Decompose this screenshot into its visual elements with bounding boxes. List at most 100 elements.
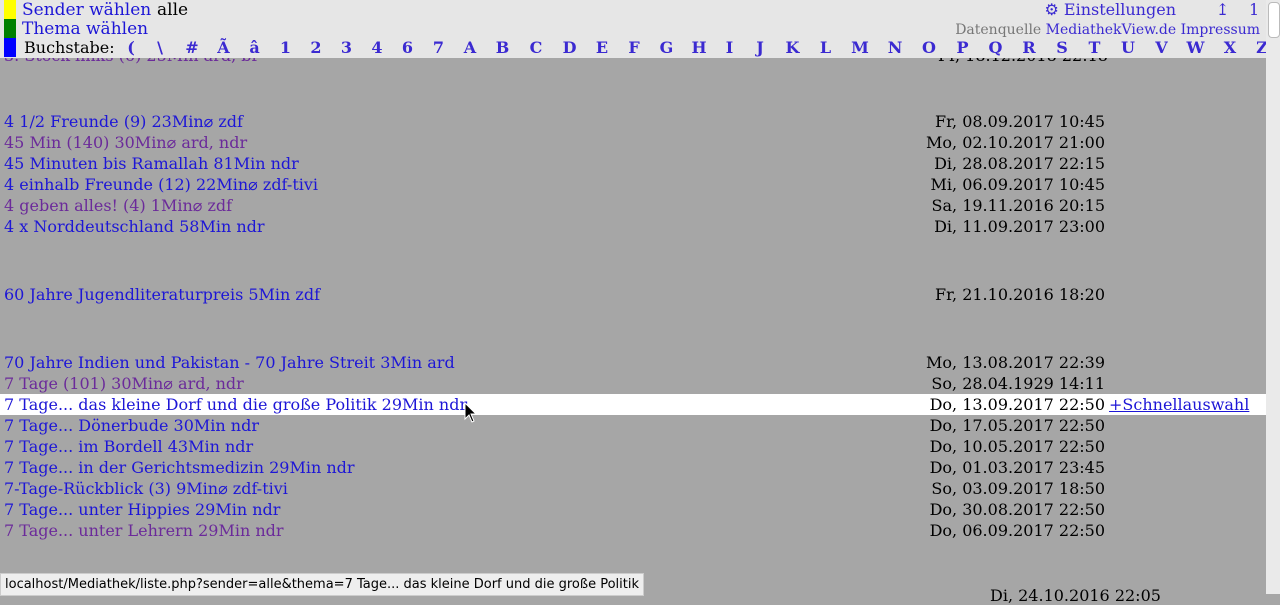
list-item[interactable]: 7 Tage... unter Lehrern 29Min ndr Do, 06… [0,520,1266,541]
list-item-title[interactable]: 7 Tage... das kleine Dorf und die große … [4,394,467,415]
list-item[interactable]: 45 Min (140) 30Min⌀ ard, ndr Mo, 02.10.2… [0,132,1266,153]
list-item-date: So, 28.04.1929 14:11 [931,374,1105,393]
letter-link[interactable]: W [1178,38,1213,58]
list-item-date: Mi, 06.09.2017 10:45 [930,175,1105,194]
letter-link[interactable]: P [946,38,979,58]
list-item-date: Do, 06.09.2017 22:50 [929,521,1105,540]
list-item[interactable]: 7 Tage (101) 30Min⌀ ard, ndr So, 28.04.1… [0,373,1266,394]
list-item-date: Di, 28.08.2017 22:15 [934,154,1105,173]
list-item[interactable]: 4 x Norddeutschland 58Min ndr Di, 11.09.… [0,216,1266,237]
list-item-title[interactable]: 45 Minuten bis Ramallah 81Min ndr [4,153,299,174]
letter-link[interactable]: H [683,38,715,58]
list-item-title[interactable]: 7 Tage (101) 30Min⌀ ard, ndr [4,373,244,394]
quick-select-link[interactable]: +Schnellauswahl [1109,394,1249,415]
list-item-title[interactable]: 4 geben alles! (4) 1Min⌀ zdf [4,195,232,216]
letter-link[interactable]: 4 [362,38,392,58]
letter-link[interactable]: Q [979,38,1012,58]
list-item-title[interactable]: 4 x Norddeutschland 58Min ndr [4,216,265,237]
letter-link[interactable]: T [1078,38,1111,58]
list-item-date: Fr, 21.10.2016 18:20 [935,285,1105,304]
page-number[interactable]: 1 [1249,0,1259,20]
source-label: Datenquelle [955,22,1042,38]
letter-link[interactable]: K [776,38,809,58]
settings-link[interactable]: ⚙ Einstellungen [1045,0,1177,20]
list-item-title[interactable]: 7 Tage... im Bordell 43Min ndr [4,436,253,457]
list-item-title[interactable]: 45 Min (140) 30Min⌀ ard, ndr [4,132,247,153]
list-item[interactable]: 7 Tage... unter Hippies 29Min ndr Do, 30… [0,499,1266,520]
list-item-title[interactable]: 4 1/2 Freunde (9) 23Min⌀ zdf [4,111,243,132]
list-item[interactable]: 4 einhalb Freunde (12) 22Min⌀ zdf-tivi M… [0,174,1266,195]
letter-link[interactable]: 3 [331,38,362,58]
program-list: 3. Stock links (6) 25Min ard, br Fr, 18.… [0,0,1266,605]
letter-link[interactable]: V [1145,38,1178,58]
status-bar-url: localhost/Mediathek/liste.php?sender=all… [0,573,644,596]
list-item-date: So, 03.09.2017 18:50 [931,479,1105,498]
list-item-date: Sa, 19.11.2016 20:15 [931,196,1105,215]
source-link[interactable]: MediathekView.de [1046,22,1176,38]
list-item[interactable]: 70 Jahre Indien und Pakistan - 70 Jahre … [0,352,1266,373]
letter-link[interactable]: O [912,38,946,58]
data-source: Datenquelle MediathekView.de Impressum [955,20,1260,40]
thema-swatch [4,19,16,38]
list-item[interactable]: 7 Tage... im Bordell 43Min ndr Do, 10.05… [0,436,1266,457]
letter-link[interactable]: Ã [208,38,239,58]
list-item[interactable]: 4 1/2 Freunde (9) 23Min⌀ zdf Fr, 08.09.2… [0,111,1266,132]
sender-swatch [4,0,16,19]
letter-link[interactable]: I [715,38,744,58]
list-item-date: Do, 30.08.2017 22:50 [929,500,1105,519]
list-item-date: Mo, 13.08.2017 22:39 [926,353,1105,372]
list-item-date: Do, 13.09.2017 22:50 [929,395,1105,414]
letter-link[interactable]: S [1046,38,1078,58]
sort-icon[interactable]: ↥ [1216,0,1229,20]
list-item-title[interactable]: 7-Tage-Rückblick (3) 9Min⌀ zdf-tivi [4,478,288,499]
letter-link[interactable]: â [239,38,270,58]
letter-link[interactable]: 7 [423,38,454,58]
list-item[interactable]: 7 Tage... in der Gerichtsmedizin 29Min n… [0,457,1266,478]
letter-link[interactable]: J [744,38,776,58]
list-item-title[interactable]: 7 Tage... Dönerbude 30Min ndr [4,415,259,436]
list-item-title[interactable]: 60 Jahre Jugendliteraturpreis 5Min zdf [4,284,320,305]
scrollbar-thumb[interactable] [1268,2,1280,38]
letter-link[interactable]: L [809,38,842,58]
letter-link[interactable]: 2 [301,38,331,58]
letter-link[interactable]: M [842,38,878,58]
letter-swatch [4,38,16,57]
letter-link[interactable]: X [1213,38,1247,58]
letter-link[interactable]: B [486,38,519,58]
letter-link[interactable]: F [618,38,650,58]
list-item[interactable]: 7 Tage... Dönerbude 30Min ndr Do, 17.05.… [0,415,1266,436]
letter-link[interactable]: 6 [392,38,423,58]
letter-link[interactable]: D [553,38,586,58]
letter-link[interactable]: 1 [270,38,301,58]
thema-select-link[interactable]: Thema wählen [22,19,148,39]
letter-link[interactable]: N [878,38,912,58]
letter-link[interactable]: \ [144,38,176,58]
letter-link[interactable]: R [1012,38,1046,58]
vertical-scrollbar[interactable] [1266,0,1280,594]
list-item-selected[interactable]: 7 Tage... das kleine Dorf und die große … [0,394,1266,415]
letter-link[interactable]: E [586,38,618,58]
list-item-title[interactable]: 7 Tage... unter Hippies 29Min ndr [4,499,280,520]
letter-link[interactable]: G [650,38,683,58]
list-item[interactable]: 60 Jahre Jugendliteraturpreis 5Min zdf F… [0,284,1266,305]
letter-link[interactable]: ( [118,38,144,58]
sender-select-link[interactable]: Sender wählen [22,0,151,20]
list-item-date: Mo, 02.10.2017 21:00 [926,133,1105,152]
letter-link[interactable]: # [176,38,208,58]
list-item-date: Di, 11.09.2017 23:00 [934,217,1105,236]
list-item-title[interactable]: 4 einhalb Freunde (12) 22Min⌀ zdf-tivi [4,174,318,195]
letter-link[interactable]: C [519,38,553,58]
list-item[interactable]: 7-Tage-Rückblick (3) 9Min⌀ zdf-tivi So, … [0,478,1266,499]
list-item-title[interactable]: 7 Tage... unter Lehrern 29Min ndr [4,520,284,541]
letter-link[interactable]: U [1111,38,1145,58]
sender-value: alle [157,0,189,20]
list-item-partial-date: Di, 24.10.2016 22:05 [990,586,1161,605]
list-item[interactable]: 4 geben alles! (4) 1Min⌀ zdf Sa, 19.11.2… [0,195,1266,216]
list-item-title[interactable]: 70 Jahre Indien und Pakistan - 70 Jahre … [4,352,455,373]
list-item-date: Fr, 08.09.2017 10:45 [935,112,1105,131]
letter-link[interactable]: A [454,38,486,58]
list-item[interactable]: 45 Minuten bis Ramallah 81Min ndr Di, 28… [0,153,1266,174]
list-item-title[interactable]: 7 Tage... in der Gerichtsmedizin 29Min n… [4,457,355,478]
list-item-date: Do, 17.05.2017 22:50 [929,416,1105,435]
impressum-link[interactable]: Impressum [1181,22,1260,38]
